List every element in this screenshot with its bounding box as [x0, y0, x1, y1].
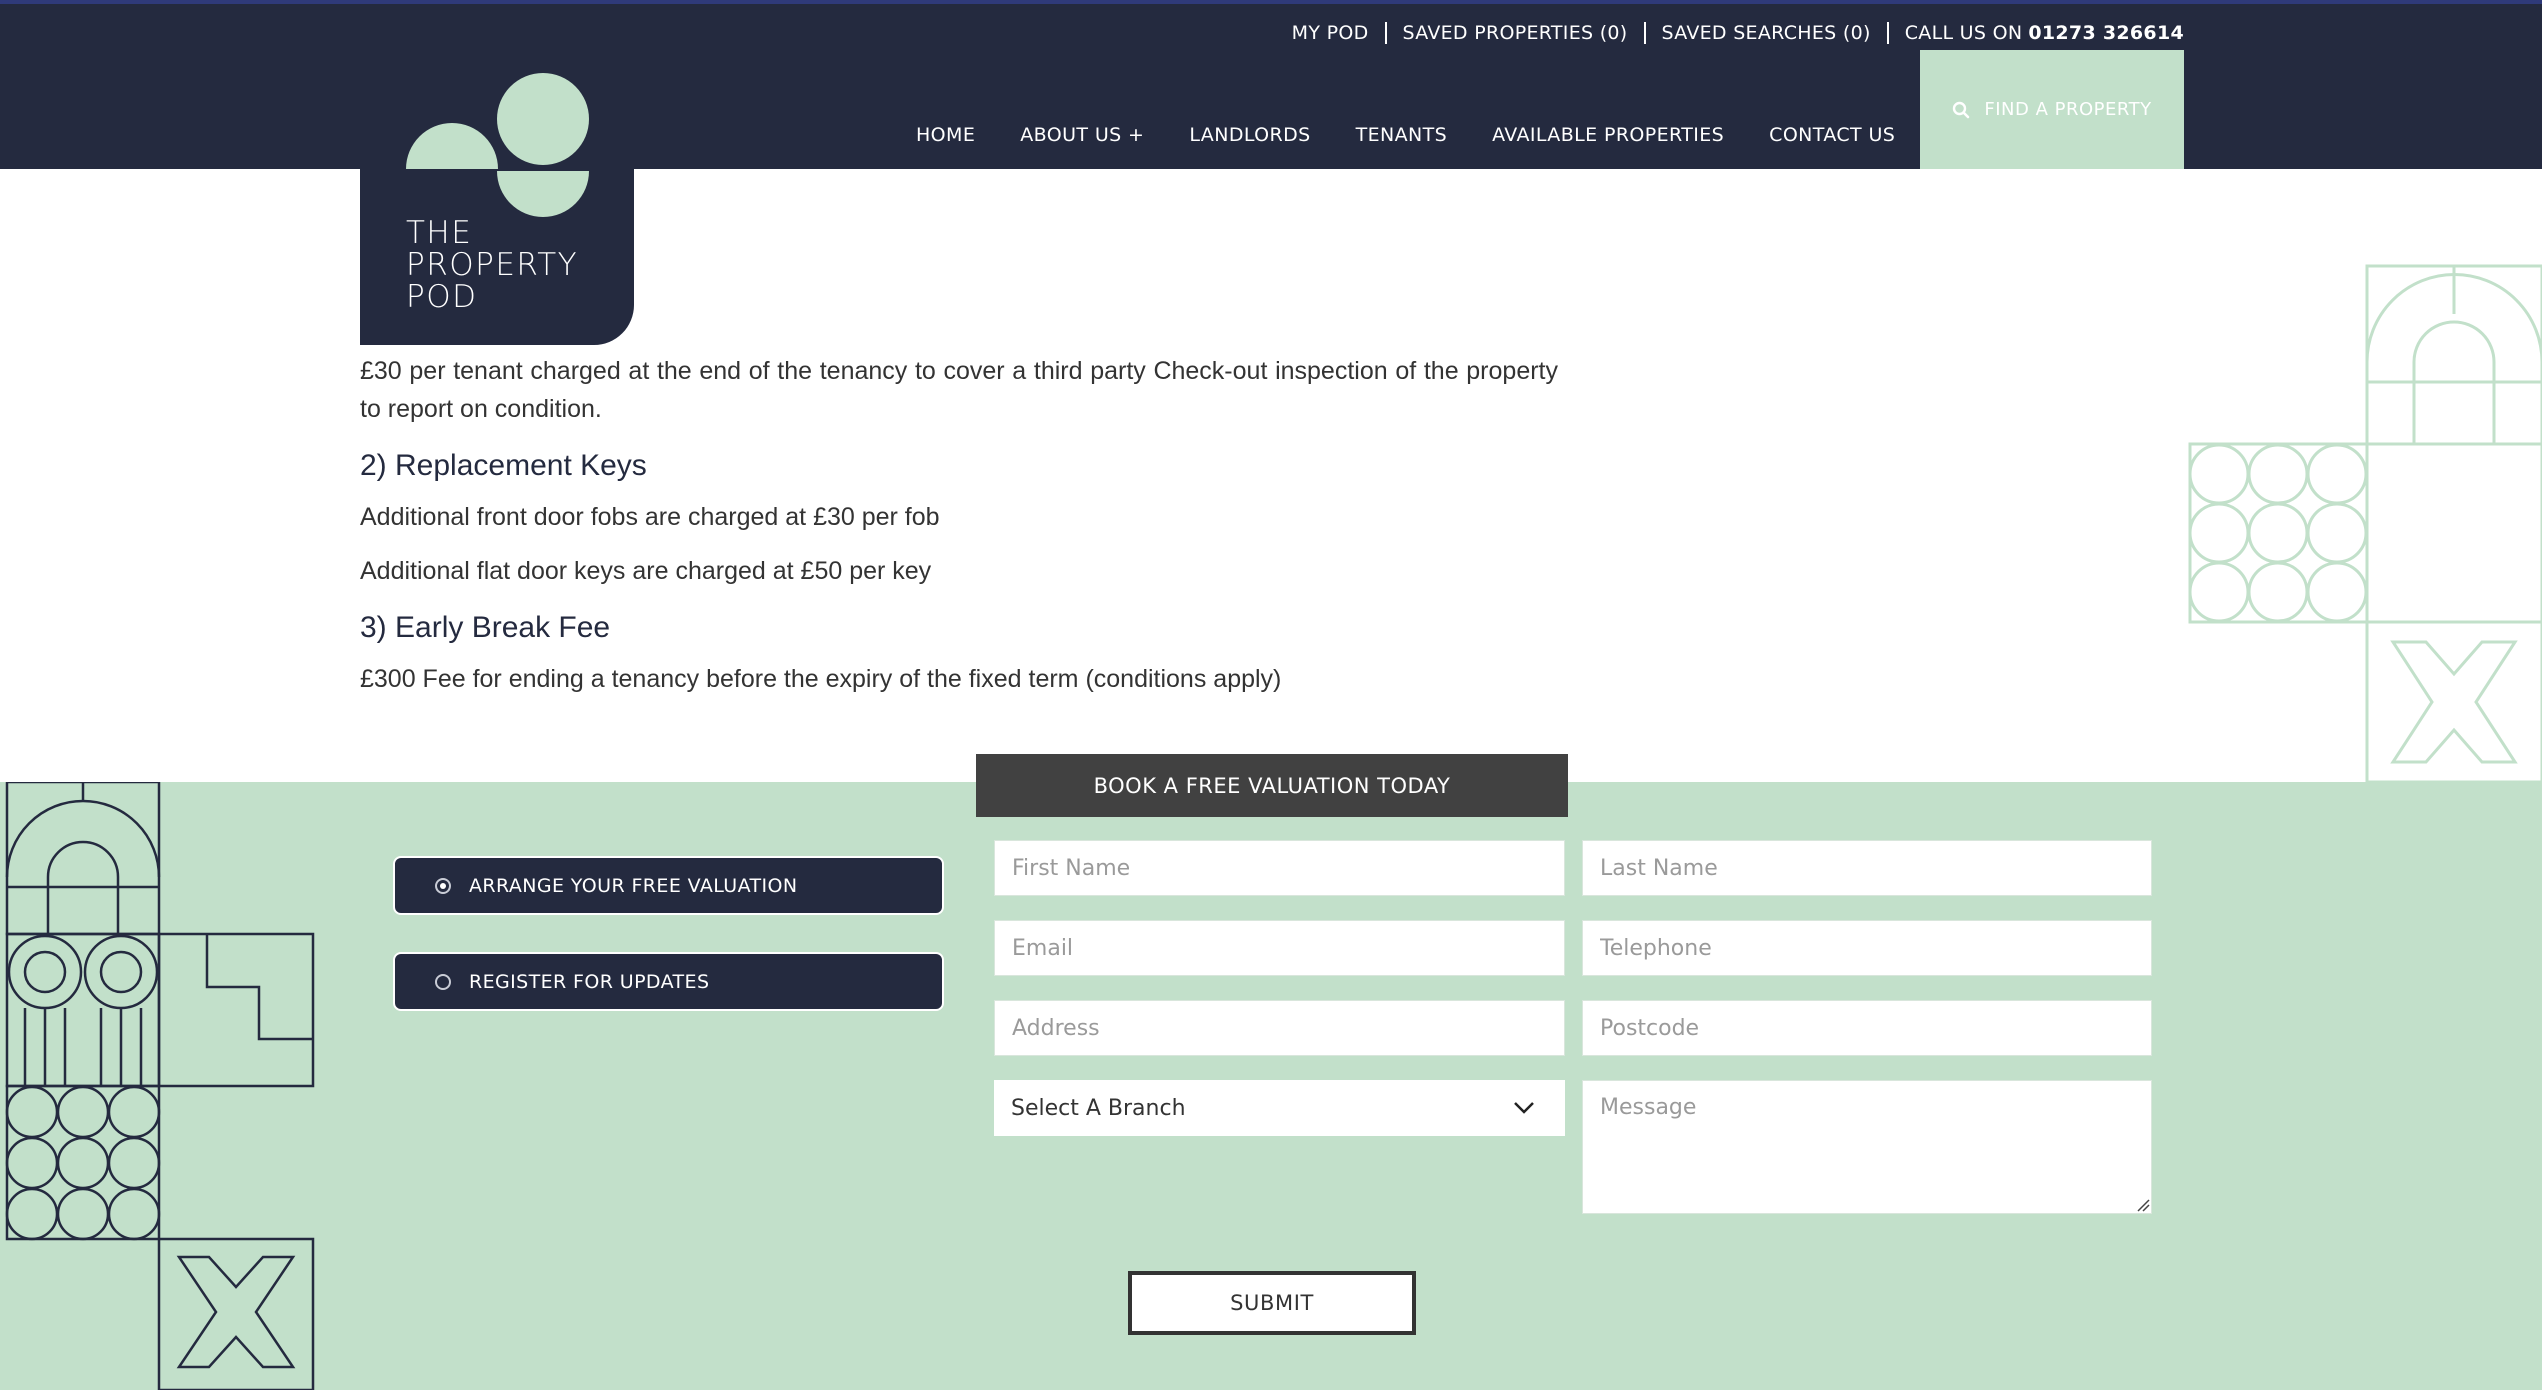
nav-home[interactable]: HOME — [916, 124, 975, 146]
branch-select[interactable]: Select A Branch — [994, 1080, 1565, 1136]
arrange-valuation-option[interactable]: ARRANGE YOUR FREE VALUATION — [393, 856, 944, 915]
decorative-pattern-left — [5, 782, 315, 1390]
register-updates-option[interactable]: REGISTER FOR UPDATES — [393, 952, 944, 1011]
nav-tenants[interactable]: TENANTS — [1356, 124, 1448, 146]
my-pod-link[interactable]: MY POD — [1276, 22, 1385, 44]
find-property-button[interactable]: FIND A PROPERTY — [1920, 50, 2184, 169]
nav-available-properties[interactable]: AVAILABLE PROPERTIES — [1492, 124, 1724, 146]
logo-line-2: PROPERTY — [406, 247, 579, 283]
checkout-fee-text: £30 per tenant charged at the end of the… — [360, 357, 1558, 423]
find-property-label: FIND A PROPERTY — [1984, 99, 2152, 120]
logo-wordmark: THE PROPERTY POD — [406, 217, 578, 313]
address-field[interactable] — [994, 1000, 1565, 1056]
flat-key-fee-text: Additional flat door keys are charged at… — [360, 557, 932, 585]
saved-searches-link[interactable]: SAVED SEARCHES (0) — [1643, 22, 1887, 44]
radio-empty-icon[interactable] — [435, 973, 451, 990]
message-field[interactable] — [1582, 1080, 2152, 1214]
decorative-pattern-right — [2188, 264, 2542, 782]
main-content: £30 per tenant charged at the end of the… — [360, 352, 1558, 714]
logo-semicircle-icon — [497, 171, 589, 217]
logo-mark-top[interactable] — [360, 70, 634, 169]
early-break-text: £300 Fee for ending a tenancy before the… — [360, 665, 1282, 693]
logo[interactable]: THE PROPERTY POD — [360, 169, 634, 345]
phone-number: 01273 326614 — [2028, 22, 2184, 44]
radio-selected-icon[interactable] — [435, 877, 451, 894]
main-nav: HOME ABOUT US + LANDLORDS TENANTS AVAILA… — [916, 124, 1940, 146]
search-icon — [1953, 101, 1970, 118]
branch-select-value: Select A Branch — [1011, 1095, 1186, 1121]
resize-grip-icon[interactable] — [2136, 1198, 2150, 1212]
nav-contact-us[interactable]: CONTACT US — [1769, 124, 1895, 146]
postcode-field[interactable] — [1582, 1000, 2152, 1056]
nav-about-us[interactable]: ABOUT US + — [1020, 124, 1144, 146]
register-updates-label: REGISTER FOR UPDATES — [469, 970, 710, 993]
first-name-field[interactable] — [994, 840, 1565, 896]
fob-fee-text: Additional front door fobs are charged a… — [360, 503, 940, 531]
submit-button[interactable]: SUBMIT — [1128, 1271, 1416, 1335]
saved-properties-link[interactable]: SAVED PROPERTIES (0) — [1384, 22, 1644, 44]
call-us-link[interactable]: CALL US ON 01273 326614 — [1886, 22, 2184, 44]
logo-line-1: THE — [406, 215, 473, 251]
chevron-down-icon — [1514, 1102, 1534, 1114]
nav-landlords[interactable]: LANDLORDS — [1189, 124, 1310, 146]
utility-nav: MY POD SAVED PROPERTIES (0) SAVED SEARCH… — [1276, 18, 2184, 48]
arrange-valuation-label: ARRANGE YOUR FREE VALUATION — [469, 874, 798, 897]
logo-line-3: POD — [406, 279, 478, 315]
call-label: CALL US ON — [1904, 22, 2023, 44]
telephone-field[interactable] — [1582, 920, 2152, 976]
replacement-keys-heading: 2) Replacement Keys — [360, 449, 647, 482]
book-valuation-tab: BOOK A FREE VALUATION TODAY — [976, 754, 1568, 817]
email-field[interactable] — [994, 920, 1565, 976]
early-break-heading: 3) Early Break Fee — [360, 611, 611, 644]
last-name-field[interactable] — [1582, 840, 2152, 896]
